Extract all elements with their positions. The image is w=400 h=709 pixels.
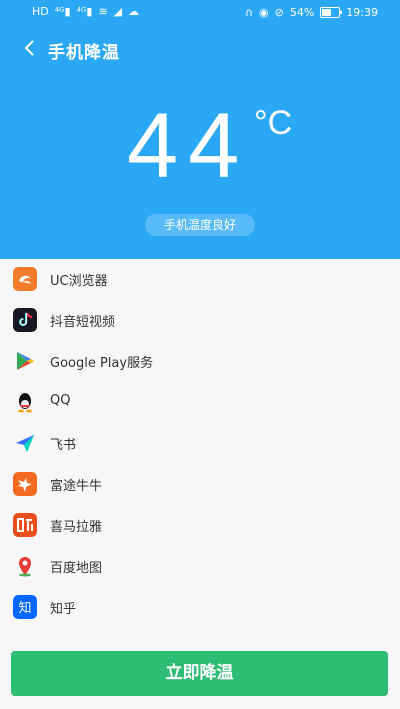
list-item[interactable]: Google Play服务: [0, 341, 400, 382]
app-list: UC浏览器 抖音短视频 Google Play服务 QQ 飞书 富途牛牛 喜马拉…: [0, 259, 400, 628]
header-panel: HD ⁴ᴳ▮ ⁴ᴳ▮ ≋ ◢ ☁ ∩ ◉ ⊘ 54% 19:39 手机降温 44…: [0, 0, 400, 259]
app-name: QQ: [50, 393, 71, 408]
temperature-unit: °C: [254, 104, 293, 142]
feishu-icon: [13, 431, 37, 455]
app-name: 抖音短视频: [50, 315, 116, 330]
status-bar: HD ⁴ᴳ▮ ⁴ᴳ▮ ≋ ◢ ☁ ∩ ◉ ⊘ 54% 19:39: [0, 0, 400, 26]
list-item[interactable]: QQ: [0, 382, 400, 423]
ximalaya-icon: [13, 513, 37, 537]
status-right-icons: ∩ ◉ ⊘ 54% 19:39: [245, 6, 378, 19]
uc-browser-icon: [13, 267, 37, 291]
app-name: 知乎: [50, 602, 77, 617]
qq-icon: [13, 390, 37, 414]
status-badge: 手机温度良好: [145, 214, 255, 236]
baidu-map-icon: [13, 554, 37, 578]
battery-percent: 54%: [289, 6, 315, 19]
app-name: 百度地图: [50, 561, 103, 576]
app-name: 飞书: [50, 438, 77, 453]
list-item[interactable]: 知 知乎: [0, 587, 400, 628]
signal-icon: ◢: [113, 5, 123, 18]
zhihu-icon: 知: [13, 595, 37, 619]
futu-icon: [13, 472, 37, 496]
status-left-icons: HD ⁴ᴳ▮ ⁴ᴳ▮ ≋ ◢ ☁: [32, 6, 139, 18]
app-name: 富途牛牛: [50, 479, 103, 494]
list-item[interactable]: 飞书: [0, 423, 400, 464]
list-item[interactable]: 富途牛牛: [0, 464, 400, 505]
back-button[interactable]: [18, 36, 42, 60]
svg-text:知: 知: [18, 600, 31, 616]
eye-icon: ◉: [259, 5, 269, 19]
page-title: 手机降温: [48, 43, 120, 63]
temperature-value: 44: [127, 95, 250, 197]
list-item[interactable]: 抖音短视频: [0, 300, 400, 341]
battery-icon: [320, 7, 343, 18]
douyin-icon: [13, 308, 37, 332]
back-arrow-icon: [24, 40, 34, 56]
list-item[interactable]: 百度地图: [0, 546, 400, 587]
headset-icon: ∩: [244, 5, 254, 19]
temperature-display: 44 °C: [0, 92, 400, 212]
signal-4g-icon: ⁴ᴳ▮: [76, 5, 93, 18]
app-name: Google Play服务: [50, 356, 154, 371]
app-name: UC浏览器: [50, 274, 108, 289]
list-item[interactable]: 喜马拉雅: [0, 505, 400, 546]
wifi-icon: ≋: [98, 5, 108, 18]
mute-icon: ⊘: [274, 5, 284, 19]
cool-down-button[interactable]: 立即降温: [11, 651, 388, 696]
signal-4g-icon: ⁴ᴳ▮: [54, 5, 71, 18]
clock: 19:39: [346, 6, 378, 19]
google-play-icon: [13, 349, 37, 373]
cloud-icon: ☁: [128, 5, 140, 18]
list-item[interactable]: UC浏览器: [0, 259, 400, 300]
title-bar: 手机降温: [0, 30, 400, 70]
hd-icon: HD: [32, 5, 49, 18]
app-name: 喜马拉雅: [50, 520, 103, 535]
